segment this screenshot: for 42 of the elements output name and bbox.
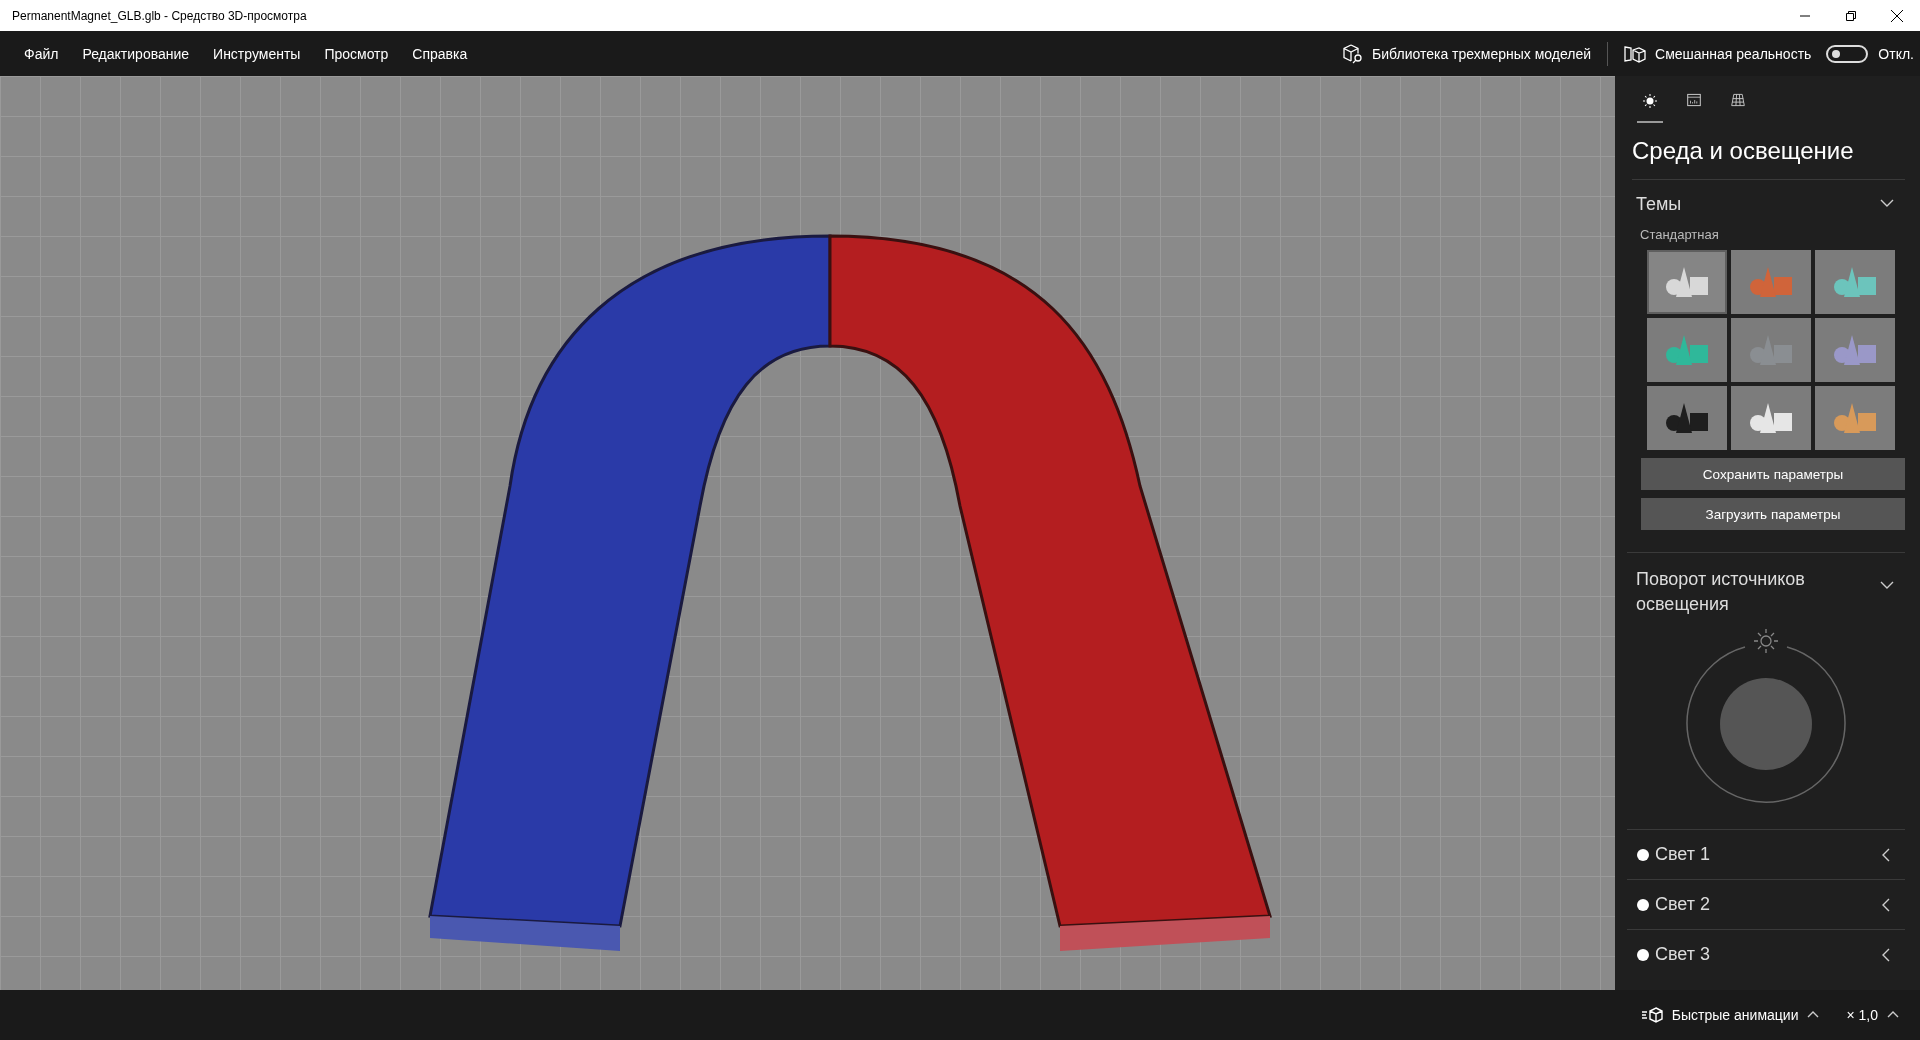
sun-icon [1643,91,1657,111]
theme-thumbnail[interactable] [1815,318,1895,382]
theme-thumbnail[interactable] [1647,250,1727,314]
theme-group-label: Стандартная [1640,227,1720,242]
theme-thumbnail[interactable] [1647,318,1727,382]
light-label[interactable]: Свет 1 [1655,844,1873,865]
light-dot [1637,848,1649,861]
theme-thumbnail[interactable] [1815,250,1895,314]
light-label[interactable]: Свет 3 [1655,944,1873,965]
theme-thumbnail[interactable] [1815,386,1895,450]
panel-title: Среда и освещение [1632,137,1905,180]
animations-button[interactable]: Быстрые анимации [1633,1003,1831,1027]
theme-thumbnail[interactable] [1731,250,1811,314]
light-dot [1637,948,1649,961]
3d-viewport[interactable] [0,76,1615,990]
toggle-state-text: Откл. [1878,45,1915,62]
menu-item[interactable]: Просмотр [312,39,401,68]
menu-item[interactable]: Инструменты [201,39,313,68]
theme-thumbnail[interactable] [1647,386,1727,450]
light-label[interactable]: Свет 2 [1655,894,1873,915]
panel-button[interactable]: Загрузить параметры [1641,498,1905,530]
toggle-switch[interactable] [1826,44,1869,63]
cube-frame-icon [1624,44,1647,63]
grid-icon [1731,91,1745,109]
window-title: PermanentMagnet_GLB.glb - Средство 3D-просмотра [12,8,308,23]
close-icon [1891,9,1903,22]
theme-thumbnail[interactable] [1731,386,1811,450]
theme-thumbnail[interactable] [1731,318,1811,382]
restore-icon [1846,10,1856,21]
light-dot [1637,898,1649,911]
cube-search-icon [1343,43,1364,64]
mixed-reality-button[interactable]: Смешанная реальность [1614,40,1879,67]
section-title: Темы [1636,194,1682,215]
section-title: Поворот источников освещения [1636,568,1806,616]
menu-item[interactable]: Файл [12,39,71,68]
chart-window-icon [1687,91,1701,109]
animated-cube-icon [1641,1007,1664,1023]
panel-button[interactable]: Сохранить параметры [1641,458,1905,490]
library-button[interactable]: Библиотека трехмерных моделей [1333,39,1602,68]
menu-item[interactable]: Справка [400,39,480,68]
speed-button[interactable]: × 1,0 [1838,1003,1910,1027]
menu-item[interactable]: Редактирование [70,39,202,68]
